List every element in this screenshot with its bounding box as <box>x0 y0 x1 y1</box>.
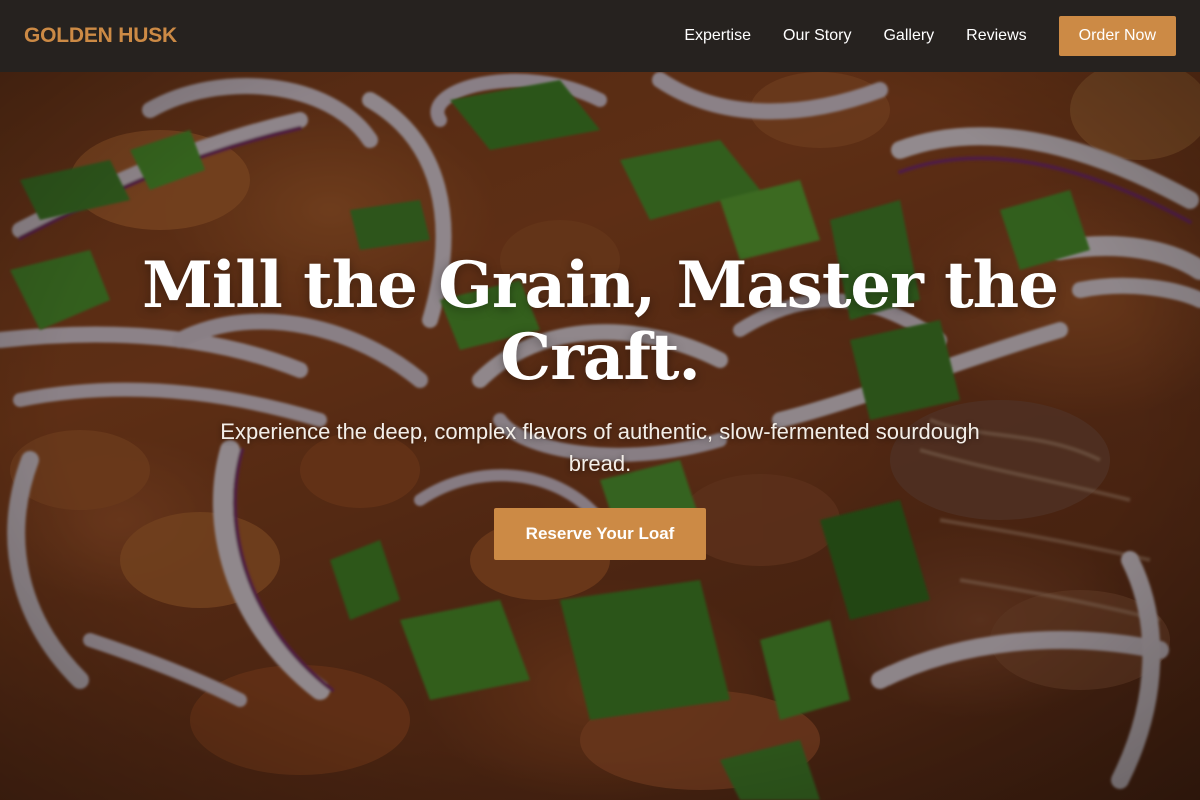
hero-title: Mill the Grain, Master the Craft. <box>142 248 1059 395</box>
hero-section: Mill the Grain, Master the Craft. Experi… <box>100 250 1100 560</box>
nav-link-expertise[interactable]: Expertise <box>684 27 751 45</box>
nav-link-reviews[interactable]: Reviews <box>966 27 1026 45</box>
top-navbar: GOLDEN HUSK Expertise Our Story Gallery … <box>0 0 1200 72</box>
reserve-loaf-button[interactable]: Reserve Your Loaf <box>493 508 707 560</box>
hero-subtitle: Experience the deep, complex flavors of … <box>220 419 980 476</box>
nav-links: Expertise Our Story Gallery Reviews Orde… <box>684 16 1176 56</box>
nav-link-our-story[interactable]: Our Story <box>783 27 851 45</box>
landing-page: GOLDEN HUSK Expertise Our Story Gallery … <box>0 0 1200 800</box>
nav-link-gallery[interactable]: Gallery <box>883 27 934 45</box>
order-now-button[interactable]: Order Now <box>1058 16 1176 56</box>
brand-logo-text[interactable]: GOLDEN HUSK <box>24 24 177 48</box>
